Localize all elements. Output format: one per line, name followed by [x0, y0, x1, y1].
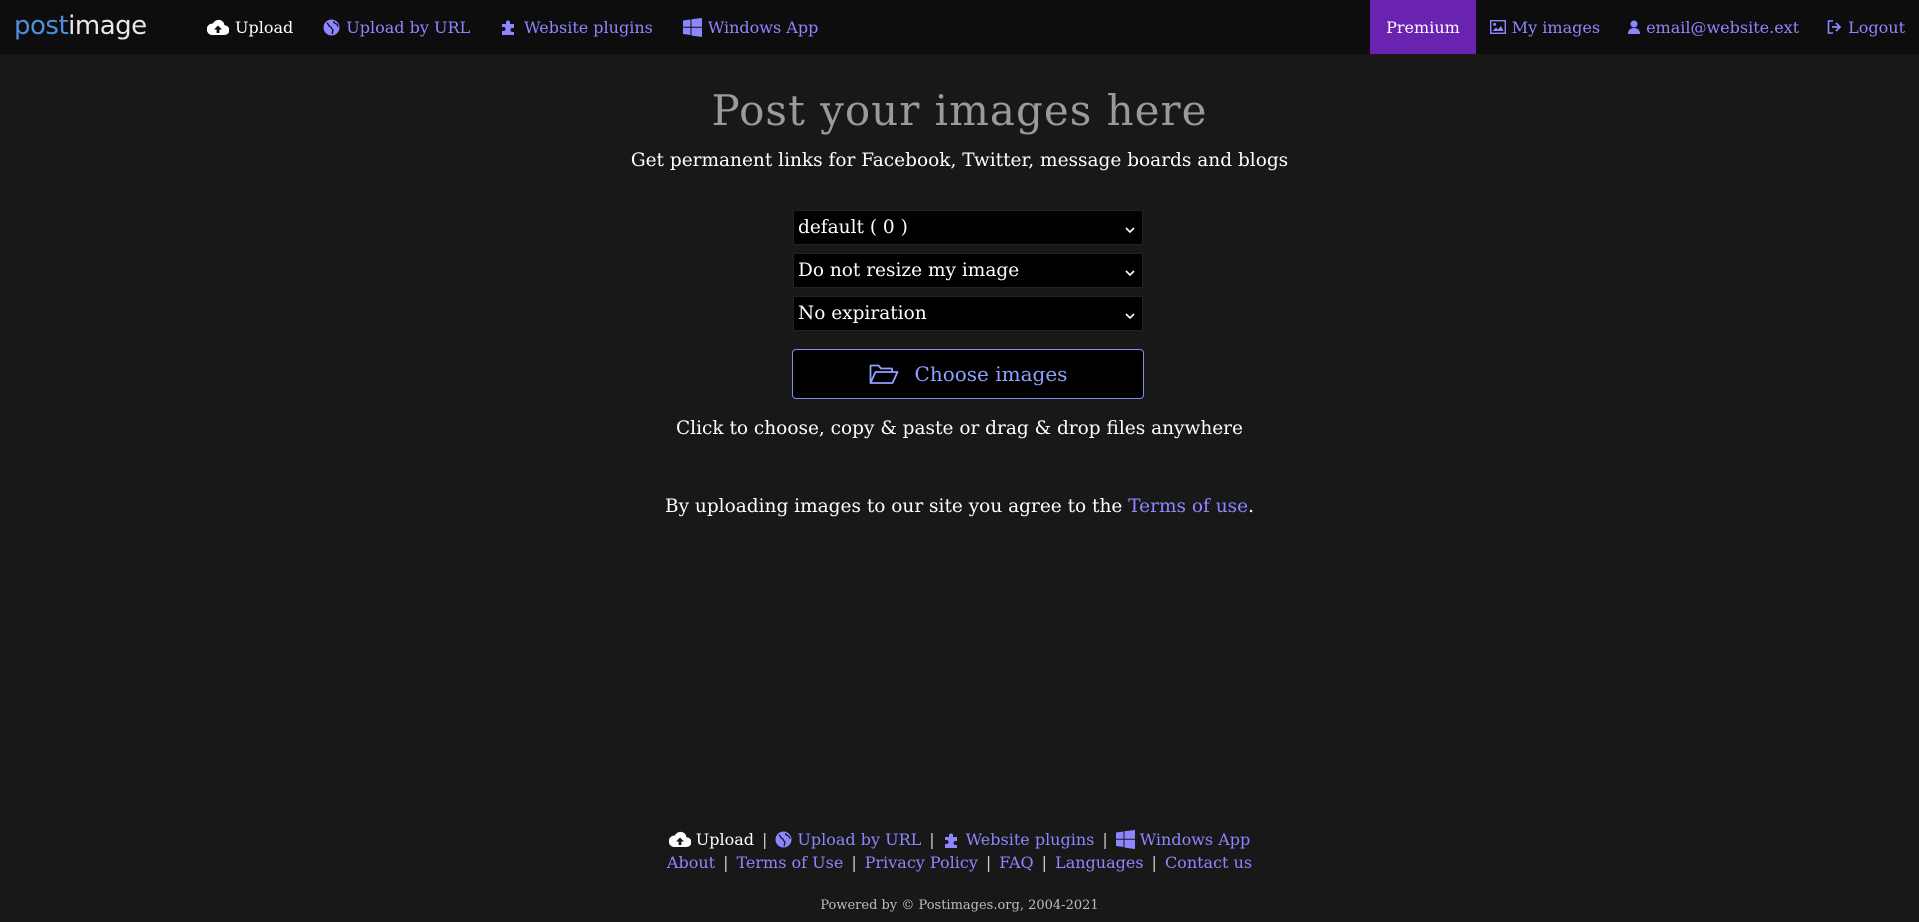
logout-icon: [1827, 20, 1842, 34]
expiration-select-value: No expiration: [798, 303, 927, 324]
nav-my-images[interactable]: My images: [1476, 0, 1614, 54]
footer-upload-by-url-label: Upload by URL: [797, 830, 922, 849]
nav-website-plugins[interactable]: Website plugins: [485, 0, 668, 54]
terms-suffix: .: [1248, 496, 1254, 517]
footer-upload-by-url[interactable]: Upload by URL: [775, 830, 921, 849]
footer-website-plugins-label: Website plugins: [965, 830, 1095, 849]
terms-of-use-link[interactable]: Terms of use: [1128, 496, 1248, 517]
terms-prefix: By uploading images to our site you agre…: [665, 496, 1123, 517]
resize-select[interactable]: Do not resize my image: [793, 253, 1143, 288]
nav-upload-label: Upload: [235, 17, 294, 37]
nav-upload-by-url[interactable]: Upload by URL: [308, 0, 485, 54]
nav-right: Premium My images email@website.ext Logo…: [1370, 0, 1919, 54]
footer-separator: |: [1102, 830, 1108, 849]
chevron-down-icon: [1124, 264, 1136, 285]
user-icon: [1628, 20, 1641, 34]
powered-by-text: Powered by © Postimages.org, 2004-2021: [820, 898, 1099, 913]
footer-separator: |: [985, 853, 992, 872]
footer-separator: |: [929, 830, 935, 849]
nav-premium[interactable]: Premium: [1370, 0, 1476, 54]
nav-my-images-label: My images: [1511, 17, 1601, 37]
footer-info-links: About | Terms of Use | Privacy Policy | …: [0, 853, 1919, 872]
postimage-logo[interactable]: postimage: [14, 11, 147, 41]
nav-upload[interactable]: Upload: [192, 0, 308, 54]
footer-website-plugins[interactable]: Website plugins: [943, 830, 1095, 849]
expiration-select[interactable]: No expiration: [793, 296, 1143, 331]
logo-text-post: post: [14, 11, 69, 41]
footer-upload-label: Upload: [695, 830, 754, 849]
nav-account-email-label: email@website.ext: [1646, 17, 1800, 37]
windows-icon: [682, 17, 702, 37]
footer-languages[interactable]: Languages: [1055, 853, 1143, 872]
nav-logout-label: Logout: [1848, 17, 1905, 37]
footer-separator: |: [723, 853, 729, 872]
page-title: Post your images here: [711, 86, 1208, 135]
footer-faq[interactable]: FAQ: [999, 853, 1033, 872]
nav-left: Upload Upload by URL Website plugins Win…: [192, 0, 833, 54]
footer-separator: |: [1041, 853, 1048, 872]
logo-text-image: image: [68, 11, 147, 41]
footer-separator: |: [851, 853, 857, 872]
footer-windows-app-label: Windows App: [1139, 830, 1251, 849]
cloud-upload-icon: [207, 19, 229, 36]
page-subtitle: Get permanent links for Facebook, Twitte…: [630, 150, 1289, 171]
nav-windows-app[interactable]: Windows App: [668, 0, 834, 54]
windows-icon: [1115, 830, 1135, 849]
globe-icon: [775, 831, 792, 848]
upload-hint: Click to choose, copy & paste or drag & …: [676, 418, 1243, 439]
puzzle-icon: [943, 831, 961, 849]
folder-open-icon: [869, 363, 899, 385]
nav-upload-by-url-label: Upload by URL: [346, 17, 471, 37]
choose-images-label: Choose images: [914, 362, 1068, 386]
terms-notice: By uploading images to our site you agre…: [0, 496, 1919, 517]
footer-about[interactable]: About: [667, 853, 715, 872]
top-navbar: postimage Upload Upload by URL Website p…: [0, 0, 1919, 54]
footer-contact-us[interactable]: Contact us: [1165, 853, 1252, 872]
footer-terms-of-use[interactable]: Terms of Use: [736, 853, 843, 872]
nav-website-plugins-label: Website plugins: [524, 17, 653, 37]
footer-separator: |: [1151, 853, 1157, 872]
footer-privacy-policy[interactable]: Privacy Policy: [865, 853, 978, 872]
nav-windows-app-label: Windows App: [707, 17, 819, 37]
nav-logout[interactable]: Logout: [1813, 0, 1919, 54]
gallery-select[interactable]: default ( 0 ): [793, 210, 1143, 245]
nav-premium-label: Premium: [1386, 17, 1460, 37]
cloud-upload-icon: [668, 831, 691, 848]
footer-separator: |: [762, 830, 768, 849]
footer-windows-app[interactable]: Windows App: [1115, 830, 1251, 849]
choose-images-button[interactable]: Choose images: [792, 349, 1144, 399]
footer-upload-links: Upload | Upload by URL | Website plugins…: [0, 830, 1919, 849]
nav-account-email[interactable]: email@website.ext: [1614, 0, 1813, 54]
resize-select-value: Do not resize my image: [798, 260, 1020, 281]
chevron-down-icon: [1124, 221, 1136, 242]
image-icon: [1489, 20, 1506, 34]
globe-icon: [323, 19, 340, 36]
chevron-down-icon: [1124, 307, 1136, 328]
gallery-select-value: default ( 0 ): [798, 217, 908, 238]
puzzle-icon: [500, 18, 518, 36]
footer-upload[interactable]: Upload: [668, 830, 754, 849]
